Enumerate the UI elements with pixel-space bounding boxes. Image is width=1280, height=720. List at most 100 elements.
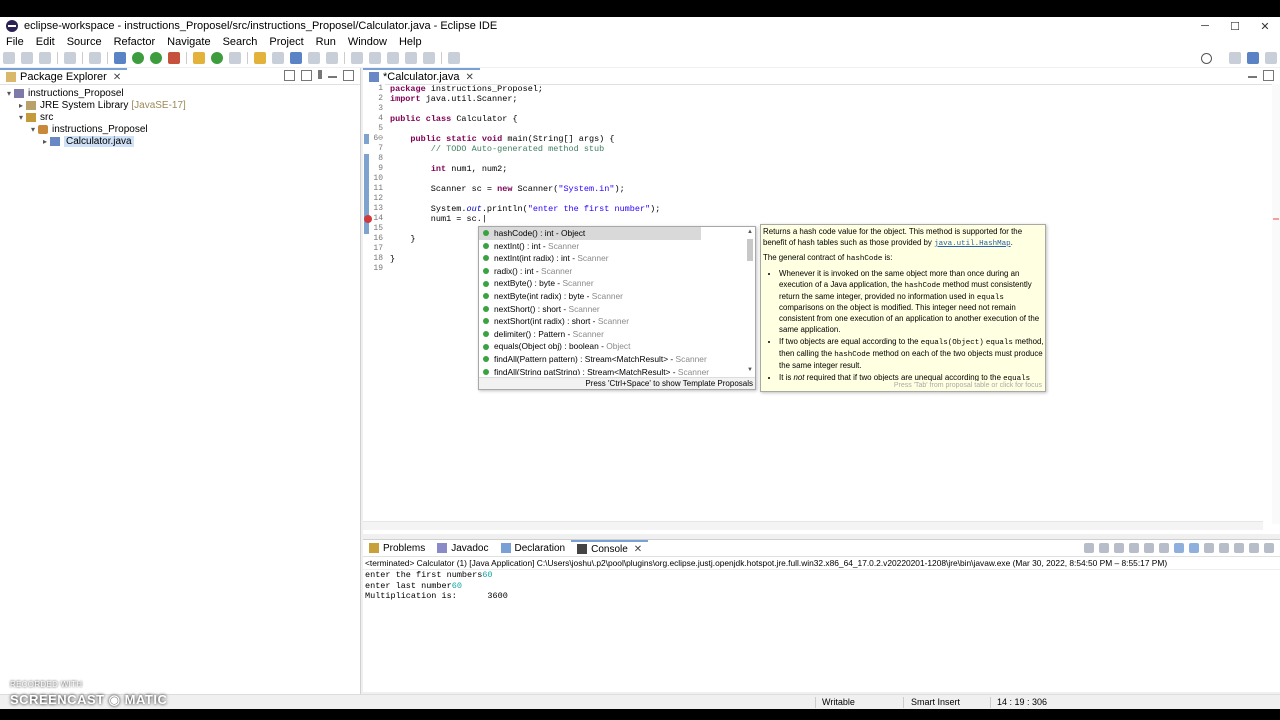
menu-source[interactable]: Source	[61, 36, 108, 48]
tab-package-explorer[interactable]: Package Explorer ✕	[0, 68, 128, 84]
proposal-item[interactable]: nextShort(int radix) : short - Scanner	[479, 315, 745, 328]
proposal-item[interactable]: nextInt(int radix) : int - Scanner	[479, 252, 745, 265]
minimize-view-icon[interactable]	[1248, 76, 1257, 78]
tree-item-jre-library[interactable]: ▸ JRE System Library [JavaSE-17]	[0, 99, 360, 111]
search-toolbar-icon[interactable]	[272, 52, 284, 64]
proposal-item[interactable]: equals(Object obj) : boolean - Object	[479, 340, 745, 353]
terminate-icon[interactable]	[1084, 543, 1094, 553]
menu-window[interactable]: Window	[342, 36, 393, 48]
tab-calculator-java[interactable]: *Calculator.java ✕	[363, 68, 480, 84]
expand-icon[interactable]: ▸	[16, 101, 26, 110]
maximize-view-icon[interactable]	[1263, 70, 1274, 81]
menu-search[interactable]: Search	[217, 36, 264, 48]
remove-launch-icon[interactable]	[1099, 543, 1109, 553]
menu-run[interactable]: Run	[310, 36, 342, 48]
scroll-down-icon[interactable]: ▼	[746, 367, 754, 373]
proposal-item[interactable]: delimiter() : Pattern - Scanner	[479, 328, 745, 341]
status-cursor-position[interactable]: 14 : 19 : 306	[997, 695, 1047, 710]
skip-breakpoints-icon[interactable]	[89, 52, 101, 64]
menu-refactor[interactable]: Refactor	[108, 36, 162, 48]
close-icon[interactable]: ✕	[465, 72, 473, 83]
new-java-project-icon[interactable]	[193, 52, 205, 64]
remove-all-icon[interactable]	[1114, 543, 1124, 553]
save-all-icon[interactable]	[39, 52, 51, 64]
open-type-icon[interactable]	[254, 52, 266, 64]
proposal-item[interactable]: hashCode() : int - Object	[479, 227, 701, 240]
menu-project[interactable]: Project	[263, 36, 309, 48]
new-class-icon[interactable]	[229, 52, 241, 64]
close-icon[interactable]: ✕	[113, 72, 121, 83]
tree-item-package[interactable]: ▾ instructions_Proposel	[0, 123, 360, 135]
expand-icon[interactable]: ▾	[16, 113, 26, 122]
horizontal-scrollbar[interactable]	[363, 521, 1263, 530]
proposal-item[interactable]: findAll(Pattern pattern) : Stream<MatchR…	[479, 353, 745, 366]
minimize-view-icon[interactable]	[328, 76, 337, 78]
open-perspective-icon[interactable]	[1229, 52, 1241, 64]
proposal-list[interactable]: hashCode() : int - Object nextInt() : in…	[479, 227, 745, 375]
new-icon[interactable]	[3, 52, 15, 64]
word-wrap-icon[interactable]	[1159, 543, 1169, 553]
tree-item-project[interactable]: ▾ instructions_Proposel	[0, 87, 360, 99]
maximize-view-icon[interactable]	[1264, 543, 1274, 553]
menu-edit[interactable]: Edit	[30, 36, 61, 48]
last-edit-location-icon[interactable]	[387, 52, 399, 64]
menu-help[interactable]: Help	[393, 36, 428, 48]
proposal-item[interactable]: nextInt() : int - Scanner	[479, 240, 745, 253]
tree-item-calculator-java[interactable]: ▸ Calculator.java	[0, 135, 360, 147]
scroll-lock-icon[interactable]	[1144, 543, 1154, 553]
pin-console-icon[interactable]	[1204, 543, 1214, 553]
show-whitespace-icon[interactable]	[326, 52, 338, 64]
expand-icon[interactable]: ▾	[28, 125, 38, 134]
minimize-view-icon[interactable]	[1249, 543, 1259, 553]
status-insert-mode[interactable]: Smart Insert	[911, 695, 960, 710]
tab-javadoc[interactable]: Javadoc	[431, 540, 494, 556]
toggle-word-wrap-icon[interactable]	[308, 52, 320, 64]
menu-file[interactable]: File	[0, 36, 30, 48]
clear-console-icon[interactable]	[1129, 543, 1139, 553]
next-annotation-icon[interactable]	[351, 52, 363, 64]
debug-perspective-icon[interactable]	[1265, 52, 1277, 64]
terminal-icon[interactable]	[64, 52, 76, 64]
error-marker[interactable]	[1273, 218, 1279, 220]
coverage-icon[interactable]	[150, 52, 162, 64]
proposal-item[interactable]: nextByte(int radix) : byte - Scanner	[479, 290, 745, 303]
tree-item-src[interactable]: ▾ src	[0, 111, 360, 123]
tab-declaration[interactable]: Declaration	[495, 540, 572, 556]
javadoc-popup[interactable]: Returns a hash code value for the object…	[760, 224, 1046, 392]
java-perspective-icon[interactable]	[1247, 52, 1259, 64]
scroll-up-icon[interactable]: ▲	[746, 229, 754, 235]
minimize-button[interactable]: ─	[1190, 20, 1220, 32]
toggle-mark-occurrences-icon[interactable]	[290, 52, 302, 64]
doc-link[interactable]: java.util.HashMap	[934, 240, 1011, 248]
view-menu-icon[interactable]	[318, 70, 322, 79]
search-icon[interactable]	[1201, 52, 1212, 64]
overview-ruler[interactable]	[1272, 84, 1280, 524]
collapse-all-icon[interactable]	[284, 70, 295, 81]
back-icon[interactable]	[405, 52, 417, 64]
tab-console[interactable]: Console ✕	[571, 540, 649, 556]
proposal-item[interactable]: nextByte() : byte - Scanner	[479, 277, 745, 290]
proposal-item[interactable]: nextShort() : short - Scanner	[479, 303, 745, 316]
menu-navigate[interactable]: Navigate	[161, 36, 216, 48]
proposal-scrollbar[interactable]: ▲ ▼	[746, 229, 754, 373]
console-output[interactable]: enter the first numbers60 enter last numb…	[363, 570, 1280, 602]
save-icon[interactable]	[21, 52, 33, 64]
forward-icon[interactable]	[423, 52, 435, 64]
close-button[interactable]: ✕	[1250, 20, 1280, 33]
tab-problems[interactable]: Problems	[363, 540, 431, 556]
run-icon[interactable]	[132, 52, 144, 64]
expand-icon[interactable]: ▾	[4, 89, 14, 98]
proposal-item[interactable]: radix() : int - Scanner	[479, 265, 745, 278]
new-package-icon[interactable]	[211, 52, 223, 64]
display-console-icon[interactable]	[1219, 543, 1229, 553]
show-on-stderr-icon[interactable]	[1189, 543, 1199, 553]
pin-editor-icon[interactable]	[448, 52, 460, 64]
maximize-button[interactable]: ☐	[1220, 20, 1250, 33]
close-icon[interactable]: ✕	[634, 544, 642, 555]
proposal-item[interactable]: findAll(String patString) : Stream<Match…	[479, 366, 745, 375]
show-on-stdout-icon[interactable]	[1174, 543, 1184, 553]
scrollbar-thumb[interactable]	[747, 239, 753, 261]
maximize-view-icon[interactable]	[343, 70, 354, 81]
open-console-icon[interactable]	[1234, 543, 1244, 553]
expand-icon[interactable]: ▸	[40, 137, 50, 146]
